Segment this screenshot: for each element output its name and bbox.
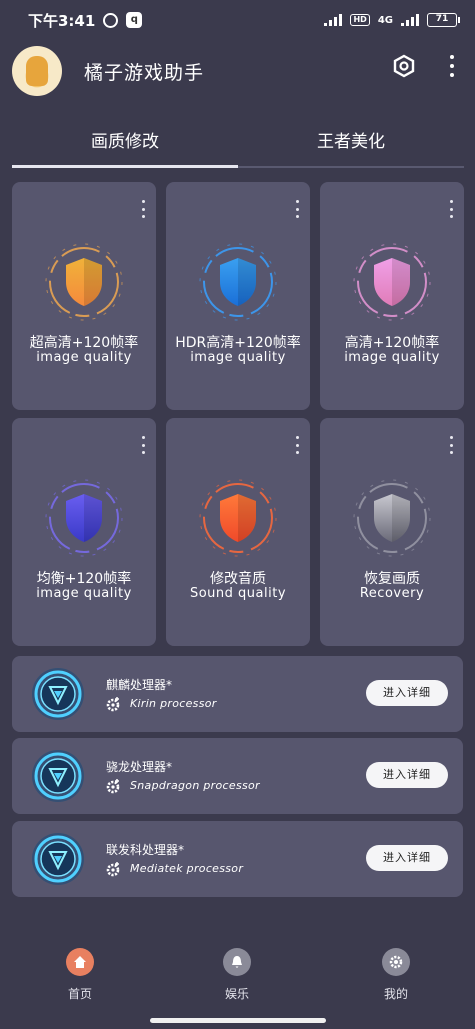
app-title: 橘子游戏助手 [84, 61, 205, 84]
qq-icon: q [126, 12, 143, 28]
processor-title: 骁龙处理器* [106, 760, 173, 774]
network-label: 4G [377, 14, 393, 26]
bell-icon [223, 948, 251, 976]
card-subtitle: Sound quality [189, 586, 287, 601]
processor-subtitle: Mediatek processor [130, 862, 244, 875]
nav-mine[interactable]: 我的 [366, 948, 426, 1002]
processor-title: 麒麟处理器* [106, 678, 173, 692]
signal-icon [324, 14, 343, 26]
avatar[interactable] [12, 46, 62, 96]
card-more-icon[interactable] [294, 200, 300, 218]
avatar-figure [26, 56, 48, 86]
home-indicator[interactable] [150, 1018, 326, 1023]
mode-card[interactable]: 高清+120帧率 image quality [320, 182, 464, 410]
nav-entertainment[interactable]: 娱乐 [207, 948, 267, 1002]
signal-icon-2 [401, 14, 419, 26]
shield-icon [198, 242, 278, 322]
card-more-icon[interactable] [448, 436, 454, 454]
tab-image-quality[interactable]: 画质修改 [12, 118, 238, 168]
card-more-icon[interactable] [294, 436, 300, 454]
card-title: 均衡+120帧率 [36, 571, 132, 587]
card-subtitle: image quality [36, 586, 132, 601]
enter-details-button[interactable]: 进入详细 [366, 680, 448, 706]
mode-card[interactable]: 恢复画质 Recovery [320, 418, 464, 646]
hd-badge: HD [350, 14, 370, 26]
processor-chip-icon [30, 748, 86, 804]
nav-entertainment-label: 娱乐 [224, 987, 249, 1001]
enter-details-button[interactable]: 进入详细 [366, 762, 448, 788]
card-more-icon[interactable] [140, 436, 146, 454]
mode-card[interactable]: HDR高清+120帧率 image quality [166, 182, 310, 410]
gear-plus-icon [105, 778, 121, 794]
mode-card[interactable]: 修改音质 Sound quality [166, 418, 310, 646]
processor-chip-icon [30, 831, 86, 887]
gear-plus-icon [105, 696, 121, 712]
app-header: 橘子游戏助手 [0, 40, 475, 102]
nav-home-label: 首页 [67, 987, 92, 1001]
gear-plus-icon [105, 861, 121, 877]
card-more-icon[interactable] [140, 200, 146, 218]
processor-subtitle: Snapdragon processor [130, 779, 260, 792]
processor-row[interactable]: 联发科处理器* Mediatek processor 进入详细 [12, 821, 463, 897]
more-menu-icon[interactable] [442, 52, 462, 80]
card-subtitle: image quality [344, 350, 440, 365]
shield-icon [352, 242, 432, 322]
alarm-icon [103, 12, 119, 28]
status-time: 下午3:41 [28, 11, 96, 30]
nav-home[interactable]: 首页 [50, 948, 110, 1002]
nav-mine-label: 我的 [383, 987, 408, 1001]
hexagon-settings-icon[interactable] [392, 54, 416, 78]
processor-title: 联发科处理器* [106, 843, 185, 857]
home-icon [66, 948, 94, 976]
processor-row[interactable]: 骁龙处理器* Snapdragon processor 进入详细 [12, 738, 463, 814]
tab-king-beautify[interactable]: 王者美化 [238, 118, 464, 168]
card-title: HDR高清+120帧率 [175, 335, 301, 351]
shield-icon [44, 242, 124, 322]
card-subtitle: image quality [36, 350, 132, 365]
processor-subtitle: Kirin processor [130, 697, 217, 710]
card-title: 恢复画质 [364, 571, 420, 587]
mode-card[interactable]: 超高清+120帧率 image quality [12, 182, 156, 410]
card-title: 高清+120帧率 [344, 335, 440, 351]
shield-icon [352, 478, 432, 558]
bottom-nav: 首页 娱乐 我的 [0, 940, 475, 1010]
battery-icon: 71 [427, 13, 460, 27]
card-title: 超高清+120帧率 [29, 335, 139, 351]
status-bar: 下午3:41 q HD 4G 71 [0, 0, 475, 40]
card-more-icon[interactable] [448, 200, 454, 218]
processor-row[interactable]: 麒麟处理器* Kirin processor 进入详细 [12, 656, 463, 732]
processor-chip-icon [30, 666, 86, 722]
tab-bar: 画质修改 王者美化 [12, 118, 464, 168]
card-subtitle: image quality [190, 350, 286, 365]
mode-card[interactable]: 均衡+120帧率 image quality [12, 418, 156, 646]
shield-icon [198, 478, 278, 558]
shield-icon [44, 478, 124, 558]
enter-details-button[interactable]: 进入详细 [366, 845, 448, 871]
card-subtitle: Recovery [359, 586, 425, 601]
tab-active-indicator [12, 165, 238, 168]
gear-icon [382, 948, 410, 976]
card-title: 修改音质 [210, 571, 266, 587]
